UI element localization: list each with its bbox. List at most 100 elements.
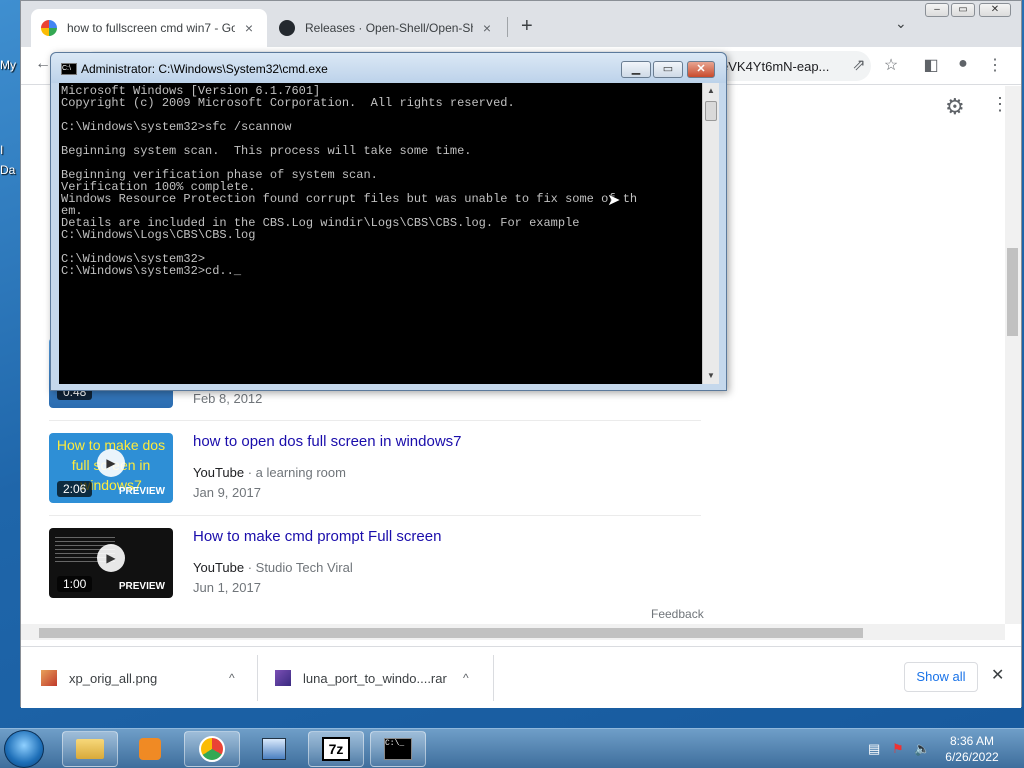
menu-icon[interactable]: ⋮ <box>985 55 1005 75</box>
video-result[interactable]: How to make dos full screen in windows7 … <box>49 433 709 503</box>
divider <box>257 655 258 701</box>
play-icon[interactable]: ▶ <box>97 544 125 572</box>
desktop-label[interactable]: Da <box>0 163 15 177</box>
maximize-button[interactable]: ▭ <box>951 3 975 17</box>
cmd-icon: C:\ <box>61 63 77 75</box>
action-center-icon[interactable]: ⚑ <box>892 741 904 757</box>
bookmark-star-icon[interactable]: ☆ <box>881 55 901 75</box>
tab-strip: how to fullscreen cmd win7 - Go × Releas… <box>21 1 1021 47</box>
video-source: YouTube · a learning room <box>193 465 346 480</box>
folder-icon <box>76 739 104 759</box>
minimize-button[interactable]: – <box>925 3 949 17</box>
video-title-link[interactable]: how to open dos full screen in windows7 <box>193 433 462 450</box>
volume-icon[interactable]: 🔈 <box>914 741 930 757</box>
download-filename: xp_orig_all.png <box>69 670 158 686</box>
console-output[interactable]: Microsoft Windows [Version 6.1.7601] Cop… <box>59 83 702 384</box>
computer-icon <box>262 738 286 760</box>
cmd-maximize-button[interactable]: ▭ <box>653 61 683 78</box>
tab-close-icon[interactable]: × <box>479 20 495 36</box>
google-icon <box>41 20 57 36</box>
7zip-taskbar-button[interactable]: 7z <box>308 731 364 767</box>
scrollbar-thumb[interactable] <box>39 628 863 638</box>
7zip-icon: 7z <box>322 737 350 761</box>
media-player-taskbar-button[interactable] <box>122 731 178 767</box>
close-icon[interactable]: ✕ <box>991 665 1004 685</box>
video-source-site: YouTube <box>193 560 245 575</box>
chrome-taskbar-button[interactable] <box>184 731 240 767</box>
new-tab-button[interactable]: + <box>521 15 533 38</box>
cmd-window[interactable]: C:\ Administrator: C:\Windows\System32\c… <box>50 52 727 391</box>
show-all-button[interactable]: Show all <box>904 662 978 692</box>
mouse-cursor-icon: ➤ <box>607 192 621 209</box>
github-icon <box>279 20 295 36</box>
scroll-down-arrow-icon[interactable]: ▼ <box>707 371 715 380</box>
settings-gear-icon[interactable]: ⚙ <box>945 94 965 120</box>
side-panel-icon[interactable]: ◧ <box>921 55 941 75</box>
tab-close-icon[interactable]: × <box>241 20 257 36</box>
network-icon[interactable]: ▤ <box>868 741 880 757</box>
control-panel-taskbar-button[interactable] <box>246 731 302 767</box>
divider <box>49 420 701 421</box>
video-date: Jun 1, 2017 <box>193 580 261 595</box>
clock-date: 6/26/2022 <box>945 750 999 764</box>
video-date: Jan 9, 2017 <box>193 485 261 500</box>
cmd-minimize-button[interactable]: ▁ <box>621 61 651 78</box>
tab-search-button[interactable]: ⌄ <box>895 15 907 32</box>
desktop-label[interactable]: My <box>0 58 16 72</box>
profile-icon[interactable]: ● <box>953 55 973 73</box>
desktop-label[interactable]: I <box>0 143 3 157</box>
video-channel: · Studio Tech Viral <box>244 560 353 575</box>
video-source: YouTube · Studio Tech Viral <box>193 560 353 575</box>
start-button[interactable] <box>4 730 44 768</box>
media-player-icon <box>139 738 161 760</box>
tab-google-search[interactable]: how to fullscreen cmd win7 - Go × <box>31 9 267 47</box>
cmd-close-button[interactable]: ✕ <box>687 61 715 78</box>
video-thumbnail[interactable]: How to make dos full screen in windows7 … <box>49 433 173 503</box>
download-item[interactable]: xp_orig_all.png ^ <box>41 647 241 709</box>
archive-file-icon <box>275 670 291 686</box>
taskbar: 7z C:\_ ▤ ⚑ 🔈 8:36 AM 6/26/2022 <box>0 728 1024 768</box>
video-thumbnail[interactable]: ▶ 1:00 PREVIEW <box>49 528 173 598</box>
horizontal-scrollbar[interactable] <box>21 624 1005 640</box>
video-source-site: YouTube <box>193 465 245 480</box>
chevron-up-icon[interactable]: ^ <box>463 671 469 685</box>
cmd-titlebar[interactable]: C:\ Administrator: C:\Windows\System32\c… <box>51 53 726 83</box>
share-icon[interactable]: ⇗ <box>849 55 869 75</box>
cmd-scrollbar[interactable]: ▲ ▼ <box>702 83 719 384</box>
tab-separator <box>507 17 508 37</box>
download-item[interactable]: luna_port_to_windo....rar ^ <box>275 647 475 709</box>
video-date: Feb 8, 2012 <box>193 391 263 406</box>
video-result[interactable]: ▶ 1:00 PREVIEW How to make cmd prompt Fu… <box>49 528 709 598</box>
cmd-title: Administrator: C:\Windows\System32\cmd.e… <box>81 62 328 76</box>
video-channel: · a learning room <box>244 465 346 480</box>
play-icon[interactable]: ▶ <box>97 449 125 477</box>
feedback-link[interactable]: Feedback <box>651 607 704 621</box>
scrollbar-thumb[interactable] <box>1007 248 1018 336</box>
divider <box>493 655 494 701</box>
download-filename: luna_port_to_windo....rar <box>303 670 447 686</box>
tab-title: how to fullscreen cmd win7 - Go <box>67 21 235 35</box>
url-text: eVK4Yt6mN-eap... <box>721 59 830 74</box>
system-clock[interactable]: 8:36 AM 6/26/2022 <box>932 733 1012 765</box>
explorer-taskbar-button[interactable] <box>62 731 118 767</box>
chevron-up-icon[interactable]: ^ <box>229 671 235 685</box>
chrome-icon <box>199 736 225 762</box>
downloads-bar: xp_orig_all.png ^ luna_port_to_windo....… <box>21 646 1021 708</box>
vertical-scrollbar[interactable] <box>1005 86 1021 624</box>
clock-time: 8:36 AM <box>949 734 995 748</box>
close-button[interactable]: ✕ <box>979 3 1011 17</box>
video-duration: 1:00 <box>57 576 93 592</box>
scroll-up-arrow-icon[interactable]: ▲ <box>707 86 715 95</box>
cmd-taskbar-button[interactable]: C:\_ <box>370 731 426 767</box>
video-duration: 2:06 <box>57 481 93 497</box>
image-file-icon <box>41 670 57 686</box>
tab-title: Releases · Open-Shell/Open-She <box>305 21 473 35</box>
preview-badge: PREVIEW <box>118 581 165 592</box>
divider <box>49 515 701 516</box>
video-title-link[interactable]: How to make cmd prompt Full screen <box>193 528 441 545</box>
scrollbar-thumb[interactable] <box>705 101 717 121</box>
cmd-icon: C:\_ <box>384 738 412 760</box>
console-text: Microsoft Windows [Version 6.1.7601] Cop… <box>61 84 638 278</box>
tab-open-shell-releases[interactable]: Releases · Open-Shell/Open-She × <box>269 9 505 47</box>
preview-badge: PREVIEW <box>118 486 165 497</box>
